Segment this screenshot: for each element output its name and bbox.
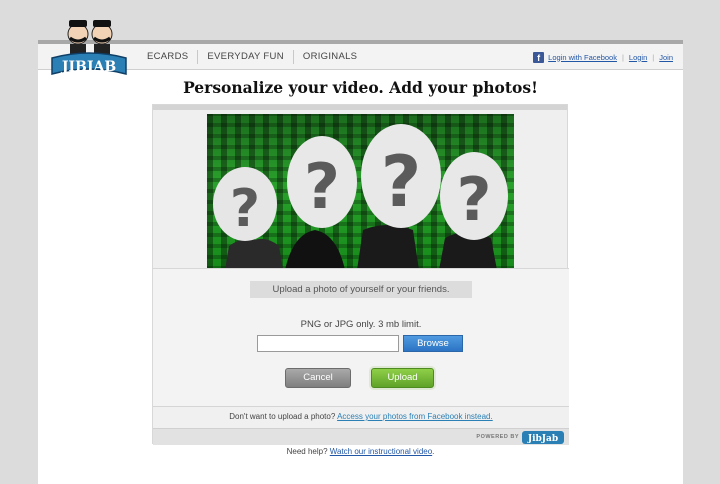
file-path-input[interactable]: [257, 335, 399, 352]
separator: |: [652, 52, 655, 62]
nav-item-originals[interactable]: ORIGINALS: [292, 50, 366, 64]
panel-top-strip: [153, 105, 567, 110]
svg-text:?: ?: [230, 179, 260, 239]
cancel-button[interactable]: Cancel: [285, 368, 351, 388]
powered-logo-text: JibJab: [527, 434, 558, 444]
powered-by-text: POWERED BY: [476, 434, 519, 440]
page-title: Personalize your video. Add your photos!: [183, 78, 538, 97]
nav-item-ecards[interactable]: ECARDS: [138, 50, 197, 64]
facebook-login-link[interactable]: Login with Facebook: [548, 53, 617, 62]
help-text: Need help? Watch our instructional video…: [38, 447, 683, 456]
browse-button[interactable]: Browse: [403, 335, 463, 352]
auth-links: f Login with Facebook | Login | Join: [533, 44, 673, 70]
video-preview: ? ? ? ?: [207, 114, 514, 270]
upload-button[interactable]: Upload: [371, 368, 434, 388]
body-1: [225, 238, 283, 270]
login-link[interactable]: Login: [629, 53, 647, 62]
placeholder-faces: ? ? ? ?: [213, 124, 508, 270]
separator: |: [621, 52, 624, 62]
facebook-alternative: Don't want to upload a photo? Access you…: [153, 406, 569, 428]
help-prefix: Need help?: [286, 447, 328, 456]
svg-text:?: ?: [457, 165, 492, 235]
top-navbar: ECARDS EVERYDAY FUN ORIGINALS f Login wi…: [38, 44, 683, 70]
jibjab-small-logo-icon: JibJab: [522, 431, 564, 444]
body-2: [285, 230, 345, 270]
join-link[interactable]: Join: [659, 53, 673, 62]
logo-text: JIBJAB: [60, 59, 116, 75]
question-mark-face-icon: ?: [361, 124, 441, 228]
facebook-photos-link[interactable]: Access your photos from Facebook instead…: [337, 412, 493, 421]
jibjab-logo[interactable]: JIBJAB: [48, 18, 130, 82]
facebook-alt-text: Don't want to upload a photo?: [229, 412, 336, 421]
powered-by-bar: POWERED BY JibJab: [153, 428, 569, 445]
file-limit-text: PNG or JPG only. 3 mb limit.: [300, 319, 422, 330]
svg-text:?: ?: [381, 141, 422, 223]
upload-box: Upload a photo of yourself or your frien…: [153, 268, 569, 406]
instructional-video-link[interactable]: Watch our instructional video: [330, 447, 432, 456]
question-mark-face-icon: ?: [440, 152, 508, 240]
nav-item-everyday-fun[interactable]: EVERYDAY FUN: [197, 50, 292, 64]
question-mark-face-icon: ?: [213, 167, 277, 241]
question-mark-face-icon: ?: [287, 136, 357, 228]
help-suffix: .: [432, 447, 435, 456]
upload-prompt: Upload a photo of yourself or your frien…: [250, 281, 472, 298]
page-frame: ECARDS EVERYDAY FUN ORIGINALS f Login wi…: [38, 40, 683, 484]
body-3: [357, 225, 419, 270]
facebook-icon[interactable]: f: [533, 51, 545, 63]
personalize-panel: ? ? ? ? Upload a photo of yourself or yo…: [152, 104, 569, 445]
main-nav: ECARDS EVERYDAY FUN ORIGINALS: [138, 44, 366, 70]
svg-text:?: ?: [304, 150, 340, 223]
